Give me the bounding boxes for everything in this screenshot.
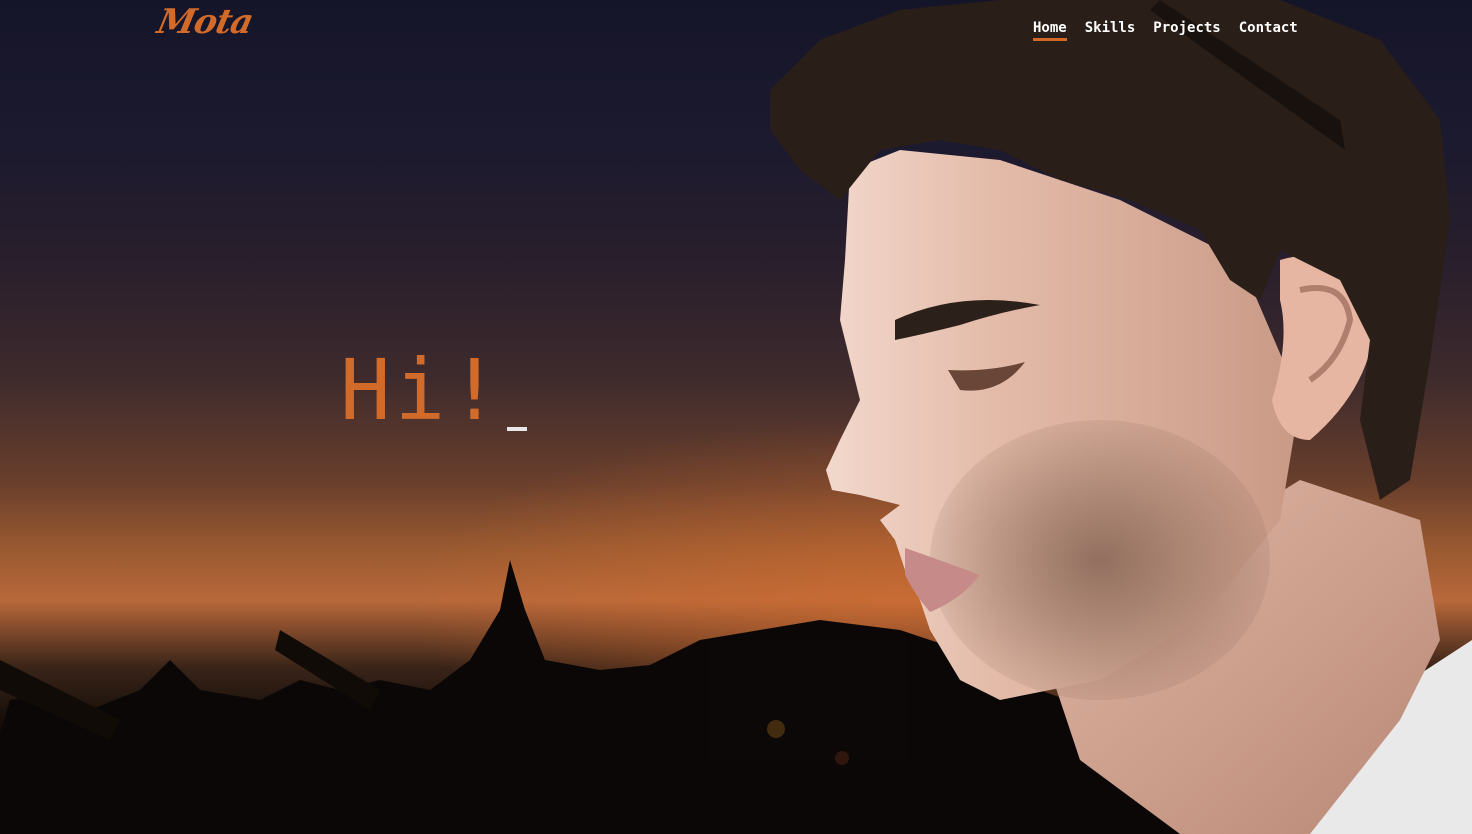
hero-section: Mota Home Skills Projects Contact Hi! <box>0 0 1472 834</box>
portrait-photo <box>770 0 1472 834</box>
top-navbar: Mota Home Skills Projects Contact <box>0 0 1472 60</box>
hero-greeting: Hi! <box>340 341 504 439</box>
nav-projects-link[interactable]: Projects <box>1153 20 1220 40</box>
main-nav: Home Skills Projects Contact <box>1033 20 1298 41</box>
nav-home-link[interactable]: Home <box>1033 20 1067 41</box>
nav-contact-link[interactable]: Contact <box>1239 20 1298 40</box>
nav-skills-link[interactable]: Skills <box>1085 20 1136 40</box>
typing-cursor <box>507 427 527 431</box>
brand-logo[interactable]: Mota <box>154 2 257 42</box>
